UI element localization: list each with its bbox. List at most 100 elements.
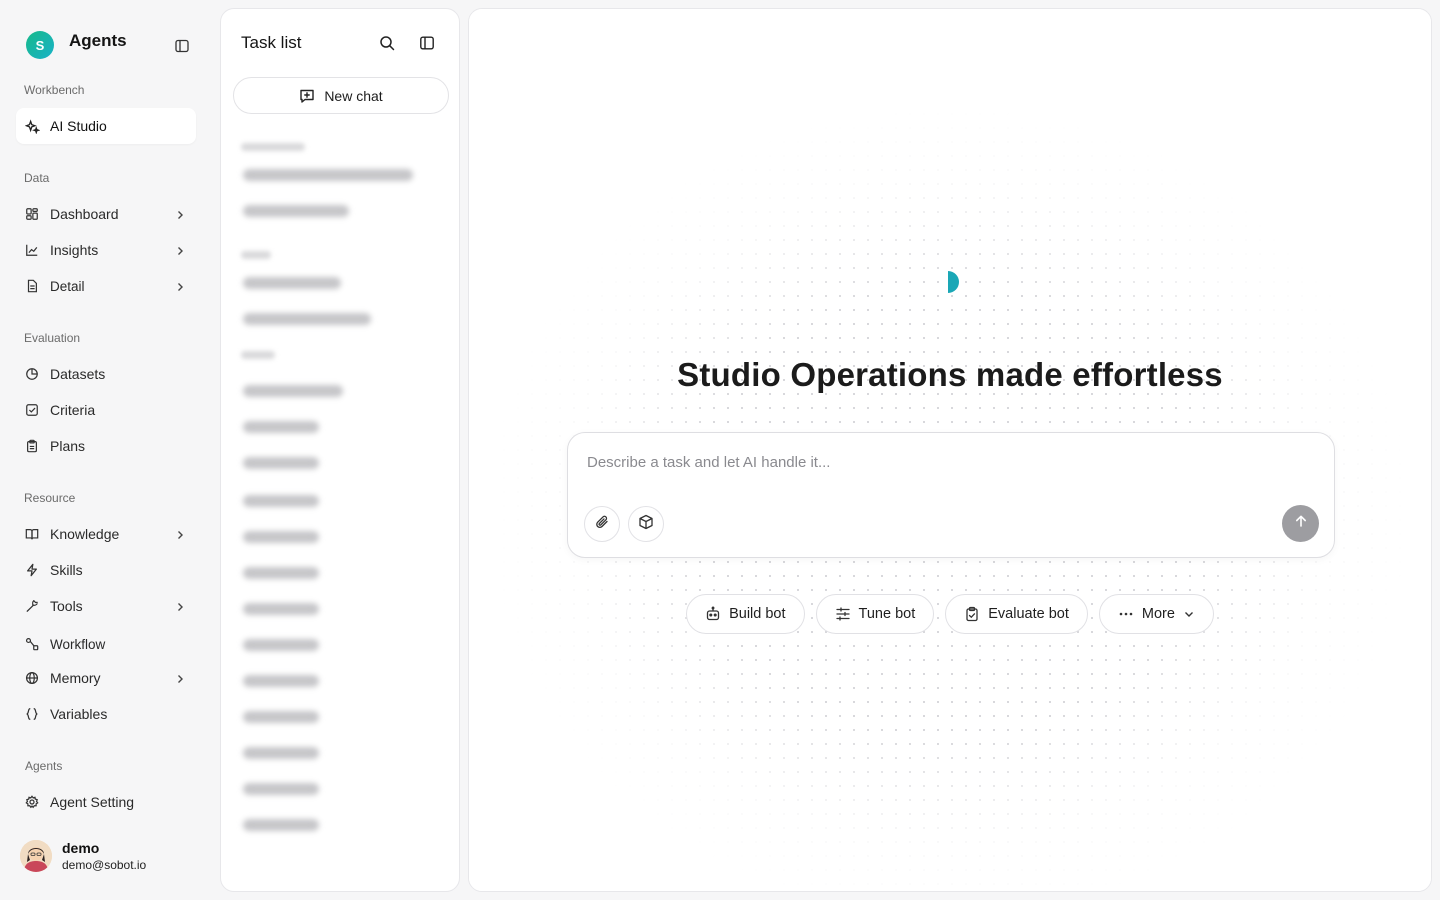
clipboard-check-icon [964,606,980,622]
sidebar-item-label: Criteria [50,402,96,418]
build-bot-label: Build bot [729,606,786,622]
gear-icon [24,794,40,810]
history-group-label [241,251,271,259]
globe-icon [24,670,40,686]
sidebar-item-plans[interactable]: Plans [16,428,196,464]
brand: S Agents [26,31,127,59]
chevron-right-icon [174,528,186,540]
sidebar-item-label: Knowledge [50,526,120,542]
sidebar-item-ai-studio[interactable]: AI Studio [16,108,196,144]
list-item[interactable] [243,747,319,759]
sidebar-item-agent-setting[interactable]: Agent Setting [16,784,196,820]
user-profile[interactable]: demo demo@sobot.io [20,840,146,872]
sidebar-item-label: Detail [50,278,85,294]
section-label-agents: Agents [25,759,63,773]
arrow-up-icon [1293,513,1309,534]
sidebar-item-tools[interactable]: Tools [16,588,196,624]
section-label-resource: Resource [24,491,76,505]
tune-bot-label: Tune bot [858,606,916,622]
braces-icon [24,706,40,722]
quick-actions: Build bot Tune bot Evaluate bot More [469,594,1431,634]
dashboard-grid-icon [24,206,40,222]
list-item[interactable] [243,531,319,543]
section-label-data: Data [24,171,50,185]
section-label-workbench: Workbench [24,83,85,97]
evaluate-bot-label: Evaluate bot [988,606,1069,622]
loading-spinner-icon [945,271,961,293]
task-input[interactable] [587,451,1287,473]
sidebar-item-label: Datasets [50,366,106,382]
list-item[interactable] [243,675,319,687]
sidebar-item-label: Skills [50,562,83,578]
user-email: demo@sobot.io [62,858,147,872]
more-label: More [1141,606,1175,622]
sidebar-item-variables[interactable]: Variables [16,696,196,732]
search-icon[interactable] [379,35,395,51]
sidebar-item-label: Memory [50,670,101,686]
list-item[interactable] [243,495,319,507]
sidebar-item-dashboard[interactable]: Dashboard [16,196,196,232]
list-item[interactable] [243,385,343,397]
sidebar-collapse-icon[interactable] [174,38,190,54]
attach-button[interactable] [584,506,620,542]
task-list-title: Task list [241,33,302,52]
sidebar-item-label: Tools [50,598,83,614]
book-open-icon [24,526,40,542]
chevron-right-icon [174,280,186,292]
sidebar-item-label: Dashboard [50,206,119,222]
list-item[interactable] [243,457,319,469]
section-label-evaluation: Evaluation [24,331,81,345]
sidebar-item-skills[interactable]: Skills [16,552,196,588]
list-item[interactable] [243,277,341,289]
clipboard-icon [24,438,40,454]
sidebar-item-memory[interactable]: Memory [16,660,196,696]
user-name: demo [62,840,100,856]
cube-icon [638,514,654,535]
sidebar-item-detail[interactable]: Detail [16,268,196,304]
wrench-icon [24,598,40,614]
chevron-down-icon [1183,608,1195,620]
more-button[interactable]: More [1098,594,1214,634]
tune-bot-button[interactable]: Tune bot [815,594,935,634]
sidebar-item-label: Agent Setting [50,794,135,810]
page-title: Studio Operations made effortless [677,356,1223,393]
pie-chart-icon [24,366,40,382]
chat-plus-icon [299,88,315,104]
workflow-icon [24,636,40,652]
sidebar-item-workflow[interactable]: Workflow [16,626,196,662]
list-item[interactable] [243,603,319,615]
chevron-right-icon [174,244,186,256]
robot-icon [705,606,721,622]
build-bot-button[interactable]: Build bot [686,594,805,634]
main-workspace: Studio Operations made effortless Build … [468,8,1432,892]
sidebar-item-datasets[interactable]: Datasets [16,356,196,392]
list-item[interactable] [243,313,371,325]
history-group-label [241,143,305,151]
history-group-label [241,351,275,359]
list-item[interactable] [243,819,319,831]
sidebar-item-criteria[interactable]: Criteria [16,392,196,428]
sidebar-item-label: AI Studio [50,118,107,134]
chevron-right-icon [174,600,186,612]
panel-toggle-icon[interactable] [419,35,435,51]
list-item[interactable] [243,783,319,795]
sidebar: S Agents Workbench AI Studio Data Dashbo… [0,0,212,900]
list-item[interactable] [243,205,349,217]
list-item[interactable] [243,169,413,181]
composer [567,432,1335,558]
evaluate-bot-button[interactable]: Evaluate bot [945,594,1088,634]
list-item[interactable] [243,711,319,723]
task-list-panel: Task list New chat [220,8,460,892]
sidebar-item-insights[interactable]: Insights [16,232,196,268]
line-chart-icon [24,242,40,258]
list-item[interactable] [243,567,319,579]
document-icon [24,278,40,294]
brand-logo: S [26,31,54,59]
list-item[interactable] [243,421,319,433]
send-button[interactable] [1282,505,1319,542]
box-button[interactable] [628,506,664,542]
sidebar-item-knowledge[interactable]: Knowledge [16,516,196,552]
list-item[interactable] [243,639,319,651]
new-chat-button[interactable]: New chat [233,77,449,114]
sidebar-item-label: Workflow [50,636,106,652]
